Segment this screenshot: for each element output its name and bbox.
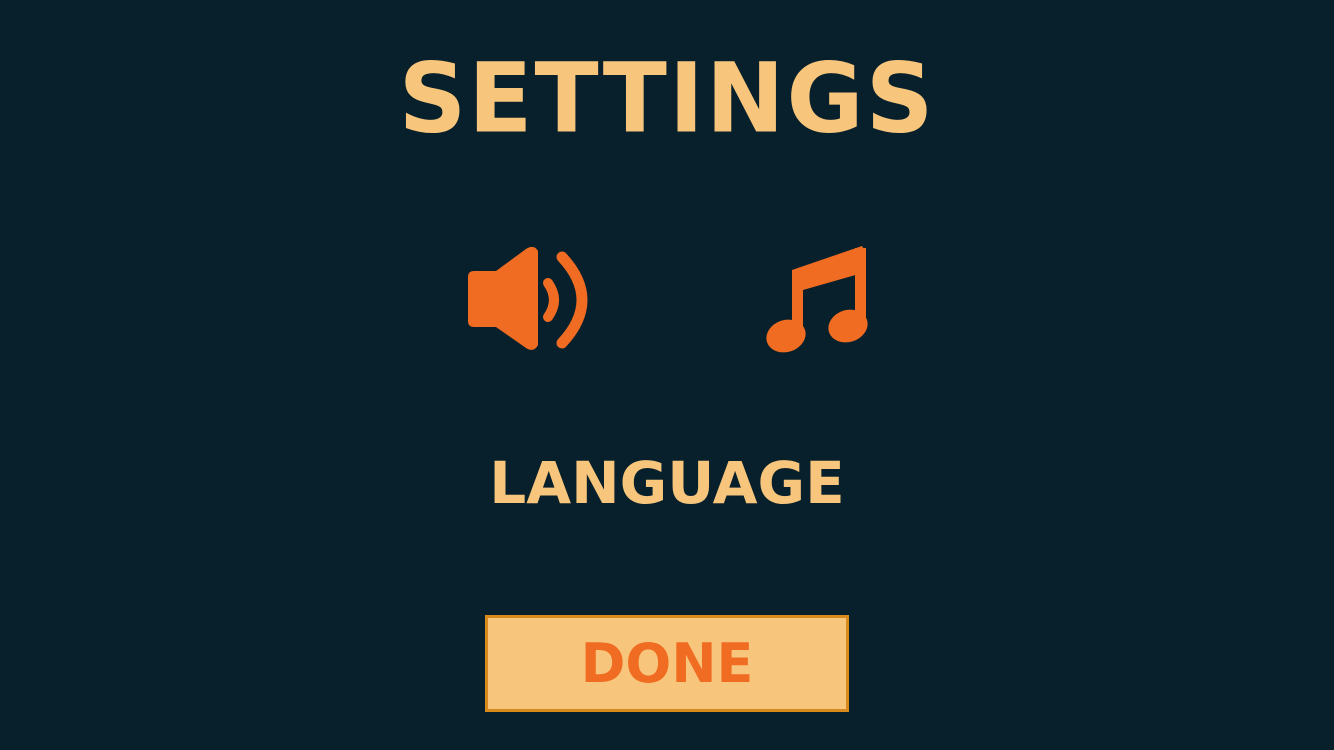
settings-screen: SETTINGS LANGUAGE DONE — [0, 0, 1334, 750]
language-button[interactable]: LANGUAGE — [0, 448, 1334, 518]
speaker-icon — [468, 246, 588, 350]
done-button-label: DONE — [580, 631, 754, 695]
page-title: SETTINGS — [398, 43, 936, 156]
done-button[interactable]: DONE — [485, 615, 849, 712]
music-toggle-button[interactable] — [762, 240, 872, 358]
sound-toggle-button[interactable] — [462, 245, 598, 355]
music-note-icon — [766, 246, 868, 353]
